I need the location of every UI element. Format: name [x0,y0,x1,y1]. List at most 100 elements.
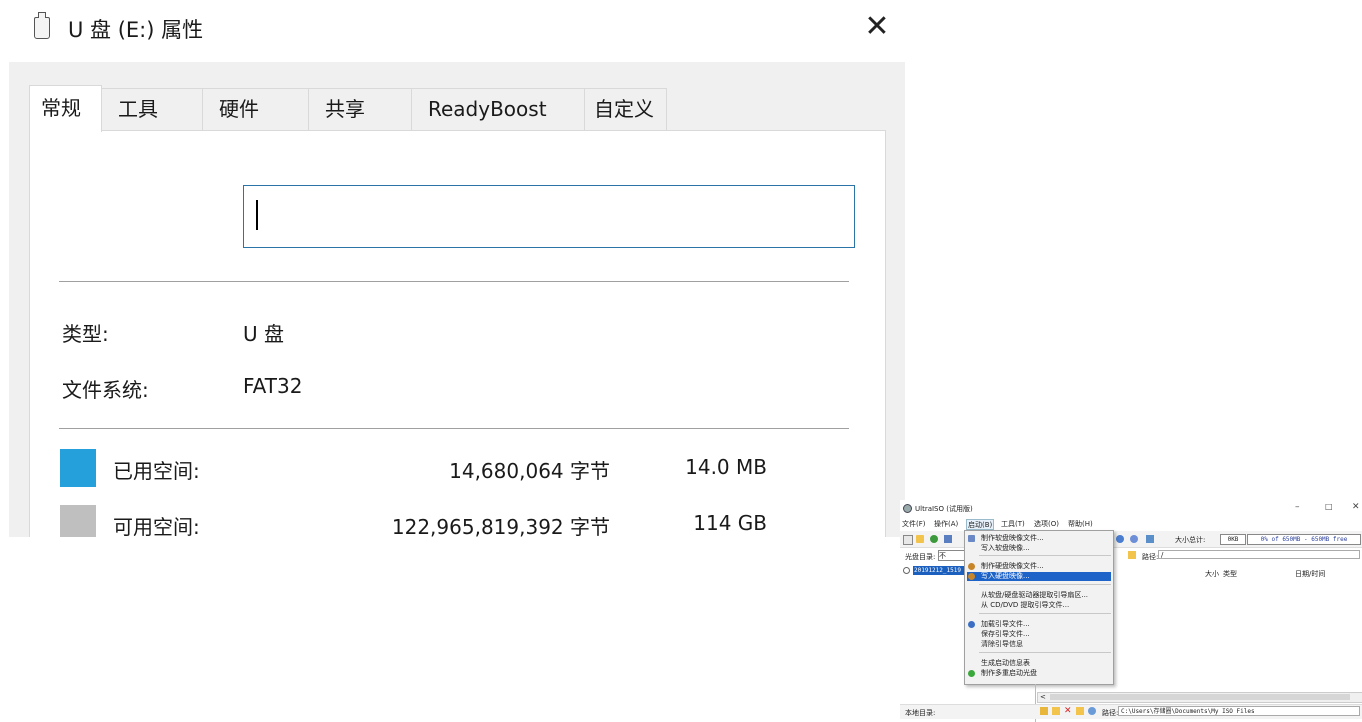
close-icon[interactable]: ✕ [860,10,894,44]
menu-item-load-boot-file[interactable]: 加载引导文件... [967,620,1111,629]
refresh-icon[interactable] [930,535,938,543]
menu-options[interactable]: 选项(O) [1034,519,1059,529]
divider [59,281,849,282]
general-panel: 类型: U 盘 文件系统: FAT32 已用空间: 14,680,064 字节 … [29,130,886,537]
iso-tree-label: 20191212_1519 [913,566,965,575]
open-folder-icon[interactable] [916,535,924,543]
column-date[interactable]: 日期/时间 [1295,569,1325,579]
menu-item-label: 保存引导文件... [981,630,1030,638]
menu-item-write-floppy-image[interactable]: 写入软盘映像... [967,544,1111,553]
tab-readyboost[interactable]: ReadyBoost [412,88,585,133]
menu-item-label: 生成启动信息表 [981,659,1030,667]
tab-sharing[interactable]: 共享 [309,88,412,133]
scroll-thumb[interactable] [1050,694,1350,700]
disc-directory-field[interactable]: 不 [938,550,966,561]
path-label: 路径: [1142,553,1159,561]
menu-action[interactable]: 操作(A) [934,519,958,529]
scroll-left-icon[interactable]: < [1040,693,1046,702]
harddisk-icon [968,563,975,570]
tab-general[interactable]: 常规 [29,85,102,132]
used-space-size: 14.0 MB [685,455,767,479]
new-folder-icon[interactable] [1052,707,1060,715]
menu-help[interactable]: 帮助(H) [1068,519,1093,529]
harddisk-write-icon [968,573,975,580]
divider [59,428,849,429]
burn-icon[interactable] [1146,535,1154,543]
text-caret [256,200,258,230]
used-space-swatch [60,449,96,487]
filesystem-label: 文件系统: [62,378,149,402]
ultraiso-logo-icon [903,504,912,513]
menu-item-label: 加载引导文件... [981,620,1030,628]
column-size[interactable]: 大小 [1205,569,1219,579]
close-icon[interactable]: ✕ [1352,502,1360,512]
menu-item-label: 制作硬盘映像文件... [981,562,1044,570]
menu-bootable[interactable]: 启动(B) [966,519,995,530]
menu-item-extract-boot-file[interactable]: 从 CD/DVD 提取引导文件... [967,601,1111,610]
menu-item-write-hdd-image[interactable]: 写入硬盘映像... [967,572,1111,581]
menu-item-generate-boot-table[interactable]: 生成启动信息表 [967,659,1111,668]
green-disc-icon [968,670,975,677]
free-space-size: 114 GB [693,511,767,535]
minimize-icon[interactable]: – [1295,502,1300,512]
gear-icon [968,621,975,628]
floppy-icon [968,535,975,542]
tab-customize[interactable]: 自定义 [585,88,667,133]
volume-label-input[interactable] [243,185,855,248]
filesystem-value: FAT32 [243,374,303,398]
info-icon[interactable] [1116,535,1124,543]
ultraiso-window: UltraISO (试用版) – □ ✕ 文件(F) 操作(A) 启动(B) 工… [900,500,1362,722]
menu-item-label: 写入硬盘映像... [981,572,1030,580]
menu-separator [979,652,1111,653]
usb-drive-icon [34,12,50,39]
disc-icon[interactable] [1130,535,1138,543]
capacity-bar: 0% of 650MB - 650MB free [1247,534,1361,545]
menu-item-label: 写入软盘映像... [981,544,1030,552]
up-folder-icon[interactable] [1040,707,1048,715]
menu-item-label: 制作多重启动光盘 [981,669,1037,677]
menu-item-multiboot-disc[interactable]: 制作多重启动光盘 [967,669,1111,678]
bootable-dropdown-menu: 制作软盘映像文件... 写入软盘映像... 制作硬盘映像文件... 写入硬盘映像… [964,530,1114,685]
menu-tools[interactable]: 工具(T) [1001,519,1025,529]
total-size-value: 0KB [1220,534,1246,545]
menu-item-label: 从 CD/DVD 提取引导文件... [981,601,1070,609]
local-directory-label: 本地目录: [905,709,936,717]
menu-file[interactable]: 文件(F) [902,519,926,529]
path-field[interactable]: / [1158,550,1360,559]
folder-icon[interactable] [1076,707,1084,715]
type-label: 类型: [62,322,109,346]
new-file-icon[interactable] [903,535,913,545]
menu-item-make-hdd-image[interactable]: 制作硬盘映像文件... [967,562,1111,571]
ultraiso-titlebar: UltraISO (试用版) – □ ✕ [900,500,1362,515]
menu-item-label: 从软盘/硬盘驱动器提取引导扇区... [981,591,1089,599]
menu-item-label: 清除引导信息 [981,640,1023,648]
menu-item-make-floppy-image[interactable]: 制作软盘映像文件... [967,534,1111,543]
ultraiso-title: UltraISO (试用版) [915,505,973,513]
folder-icon[interactable] [1128,551,1136,559]
delete-icon[interactable]: ✕ [1064,707,1072,716]
column-type[interactable]: 类型 [1223,569,1237,579]
save-icon[interactable] [944,535,952,543]
local-path-label: 路径: [1102,709,1119,717]
menu-item-extract-boot-sector[interactable]: 从软盘/硬盘驱动器提取引导扇区... [967,591,1111,600]
maximize-icon[interactable]: □ [1325,502,1333,511]
menu-separator [979,613,1111,614]
horizontal-scrollbar[interactable]: < [1037,692,1362,703]
free-space-swatch [60,505,96,537]
disc-icon [903,567,910,574]
tab-hardware[interactable]: 硬件 [203,88,309,133]
tab-tools[interactable]: 工具 [102,88,203,133]
menu-item-clear-boot-info[interactable]: 清除引导信息 [967,640,1111,649]
iso-tree-item[interactable]: 20191212_1519 [903,566,965,575]
disc-directory-label: 光盘目录: [905,553,936,561]
menu-item-save-boot-file[interactable]: 保存引导文件... [967,630,1111,639]
dialog-body: 常规 工具 硬件 共享 ReadyBoost 自定义 类型: U 盘 文件系统:… [9,62,905,537]
ultraiso-menubar: 文件(F) 操作(A) 启动(B) 工具(T) 选项(O) 帮助(H) [900,518,1362,530]
drive-properties-dialog: U 盘 (E:) 属性 ✕ 常规 工具 硬件 共享 ReadyBoost 自定义… [0,0,905,537]
dialog-title: U 盘 (E:) 属性 [68,18,204,42]
dialog-titlebar: U 盘 (E:) 属性 ✕ [0,0,905,62]
menu-separator [979,555,1111,556]
local-path-field[interactable]: C:\Users\存储圈\Documents\My ISO Files [1118,706,1360,716]
refresh-icon[interactable] [1088,707,1096,715]
menu-item-label: 制作软盘映像文件... [981,534,1044,542]
